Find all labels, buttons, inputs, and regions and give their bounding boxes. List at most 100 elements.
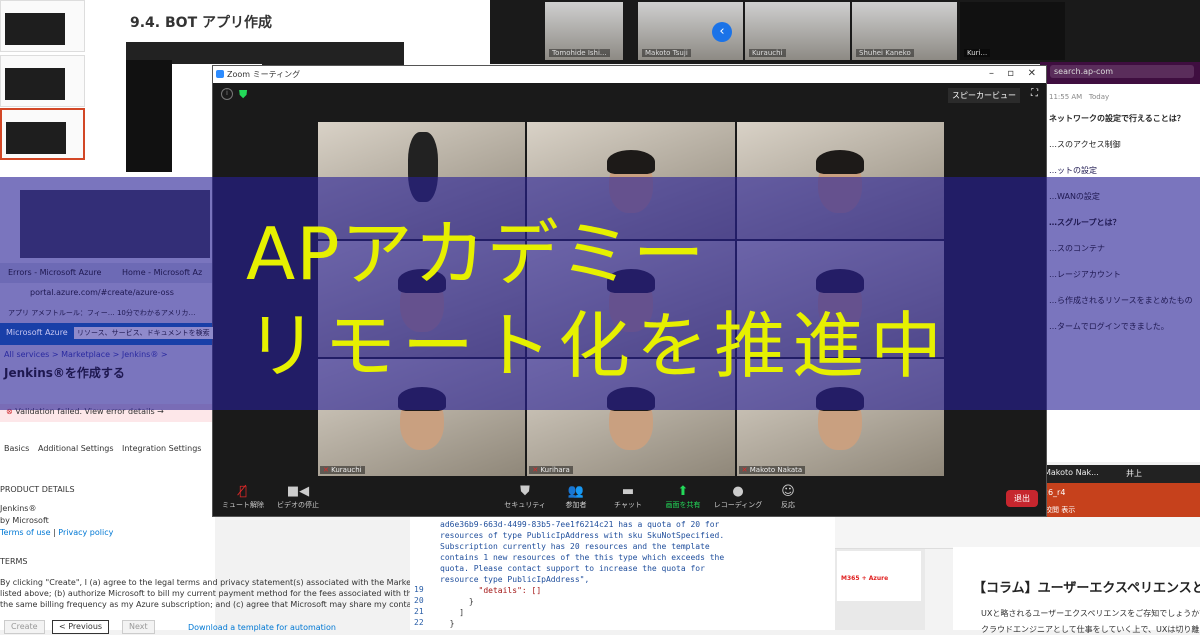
video-tile[interactable]: Kurihara	[527, 359, 735, 476]
zoom-meeting-window: Zoom ミーティング – ▫ ✕ i ⛊ スピーカービュー ⛶ Kurauchi …	[212, 65, 1047, 517]
poll-option: …レージアカウント	[1049, 270, 1121, 279]
next-button[interactable]: Next	[122, 620, 155, 634]
section-heading: TERMS	[0, 557, 28, 566]
code-line: "details": []	[440, 586, 542, 595]
tab-basics[interactable]: Basics	[4, 444, 29, 453]
gallery-view: Kurauchi Kurihara Makoto Nakata	[318, 122, 944, 476]
button-label: 反応	[781, 501, 795, 509]
previous-page-button[interactable]: ‹	[712, 22, 732, 42]
maximize-button[interactable]: ▫	[1007, 68, 1014, 79]
video-tile[interactable]	[527, 122, 735, 239]
ribbon	[835, 517, 1200, 549]
address-bar[interactable]: portal.azure.com/#create/azure-oss	[0, 283, 215, 305]
video-tile[interactable]: Kurauchi	[318, 359, 526, 476]
video-tile[interactable]	[318, 122, 526, 239]
participants-button[interactable]: 👥 参加者	[546, 484, 606, 510]
minimize-button[interactable]: –	[989, 68, 994, 79]
slide-title: 9.4. BOT アプリ作成	[130, 15, 272, 31]
encryption-shield-icon[interactable]: ⛊	[239, 88, 247, 102]
zoom-logo-icon	[216, 70, 224, 78]
create-button[interactable]: Create	[4, 620, 45, 634]
participant-name: Kurauchi	[749, 49, 786, 57]
bookmarks-bar[interactable]: アプリ アメフトルール：フィー… 10分でわかるアメリカ…	[0, 305, 215, 323]
error-message: ad6e36b9-663d-4499-83b5-7ee1f6214c21 has…	[440, 520, 725, 584]
slide-thumbnail[interactable]	[0, 55, 85, 107]
video-tile[interactable]	[527, 240, 735, 358]
slide-thumbnail-selected[interactable]	[0, 108, 85, 160]
poll-option: …WANの設定	[1049, 192, 1100, 201]
meeting-toolbar: 🎙̸ ミュート解除 ■◀ ビデオの停止 ⛊ セキュリティ 👥 参加者 ▬ チャット ⬆ 画面…	[213, 480, 1046, 516]
privacy-link[interactable]: Privacy policy	[58, 528, 113, 537]
line-number: 20	[414, 596, 424, 605]
validation-error-banner[interactable]: ⊗ Validation failed. View error details …	[0, 404, 215, 422]
button-label: 画面を共有	[665, 501, 701, 509]
participants-icon: 👥	[567, 484, 585, 499]
slide-thumbnail[interactable]	[0, 0, 85, 52]
button-label: セキュリティ	[504, 501, 546, 509]
reaction-icon: ☺	[781, 484, 795, 499]
slack-window: search.ap-com 11:55 AM Today ネットワークの設定で行…	[1040, 62, 1200, 462]
validation-text: Validation failed. View error details →	[15, 407, 164, 416]
participant-name: Tomohide Ishi...	[549, 49, 610, 57]
participant-name: Kurauchi	[320, 465, 365, 474]
participant-name: 井上	[1126, 469, 1142, 478]
download-template-link[interactable]: Download a template for automation	[188, 623, 336, 632]
poll-option: …ットの設定	[1049, 166, 1097, 175]
code-line: }	[440, 597, 474, 606]
tab-additional-settings[interactable]: Additional Settings	[38, 444, 114, 453]
poll-option: …スのコンテナ	[1049, 244, 1105, 253]
ribbon-tabs[interactable]: 校閲 表示	[1045, 505, 1075, 515]
json-error-view: ad6e36b9-663d-4499-83b5-7ee1f6214c21 has…	[410, 515, 835, 630]
tab-integration-settings[interactable]: Integration Settings	[122, 444, 201, 453]
window-title: Zoom ミーティング	[227, 70, 301, 79]
previous-button[interactable]: < Previous	[52, 620, 110, 634]
terms-link[interactable]: Terms of use	[0, 528, 51, 537]
close-button[interactable]: ✕	[1028, 68, 1036, 79]
breadcrumb[interactable]: All services > Marketplace > Jenkins® >	[4, 350, 168, 359]
poll-option: …ら作成されるリソースをまとめたもの	[1049, 296, 1193, 305]
slack-search[interactable]: search.ap-com	[1050, 65, 1194, 78]
unmute-button[interactable]: 🎙̸ ミュート解除	[213, 484, 273, 510]
slide-body: UXと略されるユーザーエクスペリエンスをご存知でしょうか？直訳	[981, 609, 1200, 618]
button-label: ミュート解除	[222, 501, 264, 509]
info-icon[interactable]: i	[221, 88, 233, 100]
error-icon: ⊗	[6, 407, 16, 416]
chat-icon: ▬	[621, 484, 635, 499]
speaker-view-button[interactable]: スピーカービュー	[948, 88, 1020, 103]
browser-tab[interactable]: Home - Microsoft Az	[122, 268, 202, 277]
browser-tab[interactable]: Errors - Microsoft Azure	[8, 268, 101, 277]
button-label: 参加者	[565, 501, 587, 509]
participant-name: Kuri...	[964, 49, 991, 57]
share-screen-button[interactable]: ⬆ 画面を共有	[653, 484, 713, 510]
fullscreen-icon[interactable]: ⛶	[1031, 88, 1038, 99]
terms-text: By clicking "Create", I (a) agree to the…	[0, 578, 420, 609]
message: ネットワークの設定で行えることは？	[1049, 114, 1185, 123]
code-line: ]	[440, 608, 465, 617]
video-tile[interactable]: Makoto Nakata	[736, 359, 944, 476]
video-camera-icon: ■◀	[286, 484, 310, 499]
slide-thumbnail[interactable]: M365 + Azure	[837, 551, 921, 601]
line-number: 21	[414, 607, 424, 616]
search-input[interactable]: リソース、サービス、ドキュメントを検索	[74, 327, 213, 339]
today-divider[interactable]: Today	[1089, 93, 1109, 101]
chat-button[interactable]: ▬ チャット	[598, 484, 658, 510]
participant-name: Makoto Nakata	[738, 465, 806, 474]
share-screen-icon: ⬆	[677, 484, 689, 499]
video-tile[interactable]	[736, 240, 944, 358]
button-label: ビデオの停止	[277, 501, 319, 509]
leave-meeting-button[interactable]: 退出	[1006, 490, 1038, 507]
page-title: Jenkins®を作成する	[4, 366, 125, 380]
video-tile[interactable]	[736, 122, 944, 239]
reactions-button[interactable]: ☺ 反応	[758, 484, 818, 510]
button-label: レコーディング	[713, 501, 763, 509]
product-name: Jenkins®	[0, 504, 37, 513]
stop-video-button[interactable]: ■◀ ビデオの停止	[268, 484, 328, 510]
section-heading: PRODUCT DETAILS	[0, 485, 75, 494]
video-tile[interactable]	[318, 240, 526, 358]
message: …スグループとは？	[1049, 218, 1121, 227]
participant-name: Shuhei Kaneko	[856, 49, 914, 57]
participant-name: Kurihara	[529, 465, 573, 474]
azure-brand[interactable]: Microsoft Azure	[6, 328, 68, 337]
message: …タームでログインできました。	[1049, 322, 1169, 331]
publisher: by Microsoft	[0, 516, 49, 525]
